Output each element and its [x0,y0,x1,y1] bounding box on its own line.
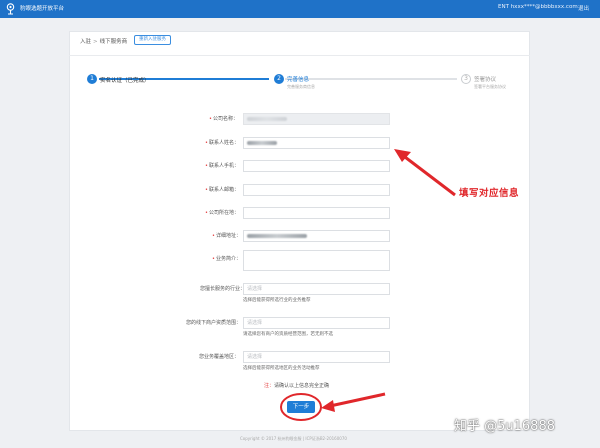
confirm-note: 注：请确认以上信息完全正确 [264,383,330,389]
user-account[interactable]: ENT hxxx****@bbbbxxx.com [498,4,578,10]
step-2-label: 完善信息 [287,77,310,83]
business-intro-label: •业务简介： [212,256,241,262]
step-progress-line-pending [285,78,457,80]
header-divider [69,55,530,56]
business-scope-select[interactable]: 请选择 [243,317,390,329]
contact-phone-input[interactable] [243,160,390,172]
contact-email-input[interactable] [243,184,390,196]
contact-phone-label: •联系人手机： [205,163,239,169]
breadcrumb-separator: > [93,39,98,45]
step-2-subtitle: 完善服务商信息 [287,84,315,89]
business-scope-hint: 请选择您有商户的资质经营范围，若无则不选 [243,332,333,337]
annotation-fill-info: 填写对应信息 [459,188,520,199]
step-2-indicator: 2 [274,74,284,84]
company-name-label: •公司名称： [209,116,238,122]
next-step-button[interactable]: 下一步 [287,401,315,413]
top-navigation-bar: 豹眼选题开放平台 ENT hxxx****@bbbbxxx.com 退出 [0,0,600,18]
logout-link[interactable]: 退出 [578,4,589,12]
contact-name-label: •联系人姓名： [205,140,239,146]
breadcrumb: 入驻 > 线下服务商 [80,37,127,45]
step-3-indicator: 3 [461,74,471,84]
address-label: •详细地址： [212,233,241,239]
reentry-service-button[interactable]: 重新入驻服务 [134,35,171,45]
contact-name-input[interactable] [243,137,390,149]
business-scope-label: 您的线下商户资质范围： [186,320,242,326]
business-intro-textarea[interactable] [243,250,390,271]
industry-select[interactable]: 请选择 [243,283,390,295]
coverage-area-select[interactable]: 请选择 [243,351,390,363]
step-1-label: 实名认证（已完成） [100,78,150,84]
brand-logo-icon [6,3,15,15]
breadcrumb-item-offline-provider: 线下服务商 [99,39,128,45]
contact-email-label: •联系人邮箱： [205,187,239,193]
step-3-subtitle: 签署平台服务协议 [474,84,506,89]
company-location-select[interactable] [243,207,390,219]
industry-label: 您擅长服务的行业： [200,286,246,292]
footer-copyright: Copyright © 2017 杭州豹眼金服 | ICP证浙B2-201600… [240,436,347,441]
brand-name[interactable]: 豹眼选题开放平台 [20,4,64,12]
coverage-area-hint: 选择后能获得所选地区的业务活动推荐 [243,366,320,371]
company-name-field [243,113,390,125]
coverage-area-label: 您业务覆盖地区： [199,354,240,360]
industry-hint: 选择后能获得所选行业的业务推荐 [243,298,311,303]
address-input[interactable] [243,230,390,242]
step-1-indicator: 1 [87,74,97,84]
company-location-label: •公司所在地： [205,210,239,216]
breadcrumb-item-join[interactable]: 入驻 [80,39,91,45]
watermark: 知乎 @5u16888 [454,419,555,434]
step-3-label: 签署协议 [474,77,497,83]
